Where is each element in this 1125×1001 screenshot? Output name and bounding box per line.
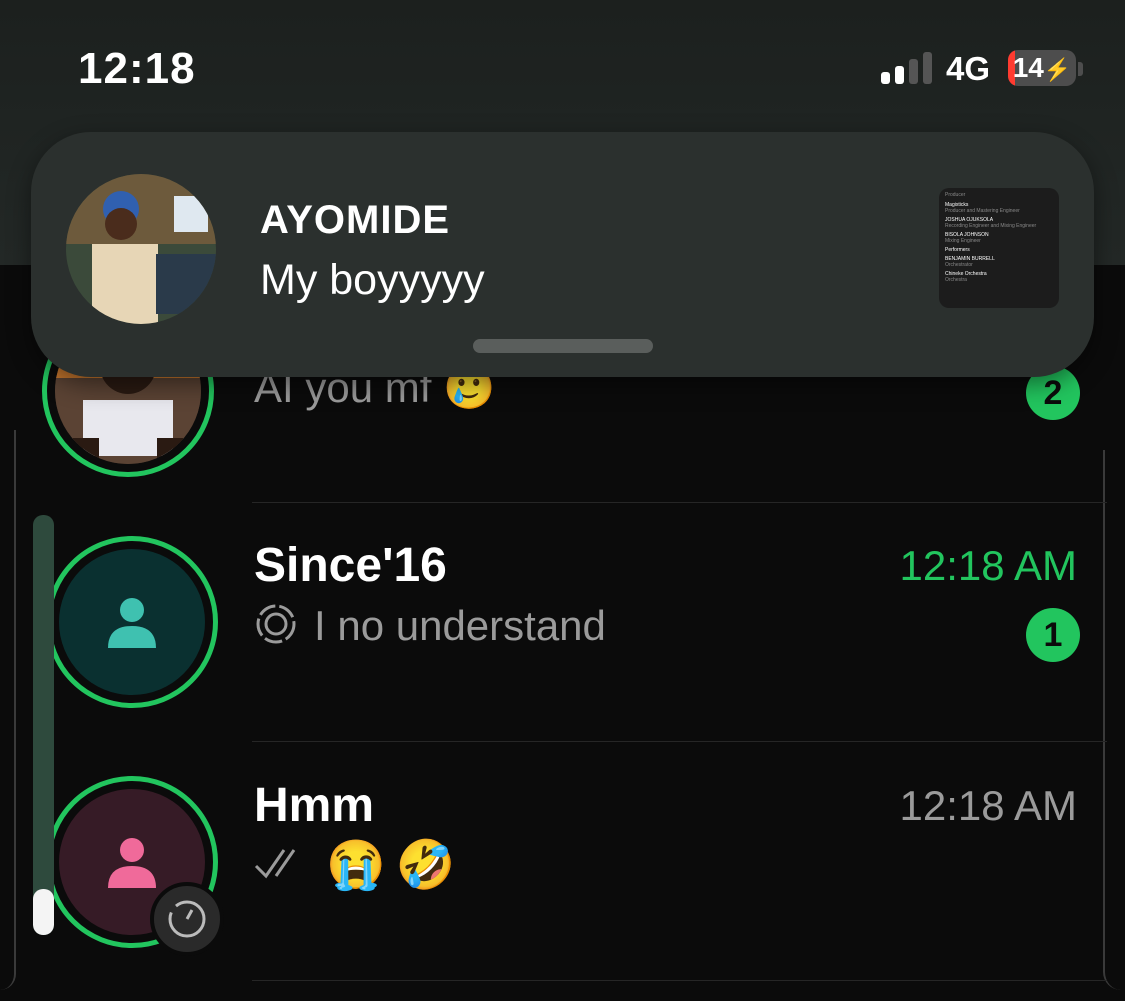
divider [252,980,1107,981]
thumb-line: Producer and Mastering Engineer [945,208,1020,214]
bolt-icon: ⚡ [1043,57,1072,82]
notification-sender: AYOMIDE [260,198,451,242]
person-icon [108,838,156,888]
person-icon [108,598,156,648]
notification-banner[interactable]: AYOMIDE My boyyyyy Producer Magixticks P… [31,132,1094,377]
chat-row-since16[interactable]: Since'16 12:18 AM I no understand 1 [0,510,1125,740]
divider [252,502,1107,503]
chat-time: 12:18 AM [899,542,1077,589]
notification-thumbnail: Producer Magixticks Producer and Masteri… [939,188,1059,308]
scrollbar-thumb[interactable] [33,889,54,935]
sender-avatar [66,174,216,324]
chat-time: 12:18 AM [899,782,1077,829]
thumb-line: Mixing Engineer [945,238,981,244]
battery-icon: 14⚡ [1008,50,1076,86]
battery-tip [1078,62,1083,76]
thumb-line: Orchestra [945,277,967,283]
broadcast-icon [256,604,296,644]
divider [252,741,1107,742]
network-type: 4G [946,50,991,87]
status-bar: 12:18 4G 14⚡ [0,0,1125,120]
chat-name: Since'16 [254,539,447,592]
chat-preview: 😭🤣 [326,839,466,892]
thumb-line: Recording Engineer and Mixing Engineer [945,223,1037,229]
status-time: 12:18 [78,44,196,93]
thumb-line: Producer [945,192,966,198]
battery-level: 14⚡ [1012,52,1072,83]
thumb-line: Performers [945,247,970,253]
notification-message: My boyyyyy [260,256,485,304]
scrollbar[interactable] [33,515,54,935]
disappearing-timer-icon [150,882,224,956]
cellular-signal-icon [881,52,935,84]
banner-grabber[interactable] [473,339,653,353]
chat-name: Hmm [254,779,375,832]
default-avatar [59,549,205,695]
chat-row-hmm[interactable]: Hmm 12:18 AM 😭🤣 [0,750,1125,980]
chat-preview: I no understand [314,602,606,649]
unread-badge: 1 [1026,608,1080,662]
double-check-icon [254,849,296,879]
chat-avatar-ring [46,536,218,708]
thumb-line: Orchestrator [945,262,973,268]
